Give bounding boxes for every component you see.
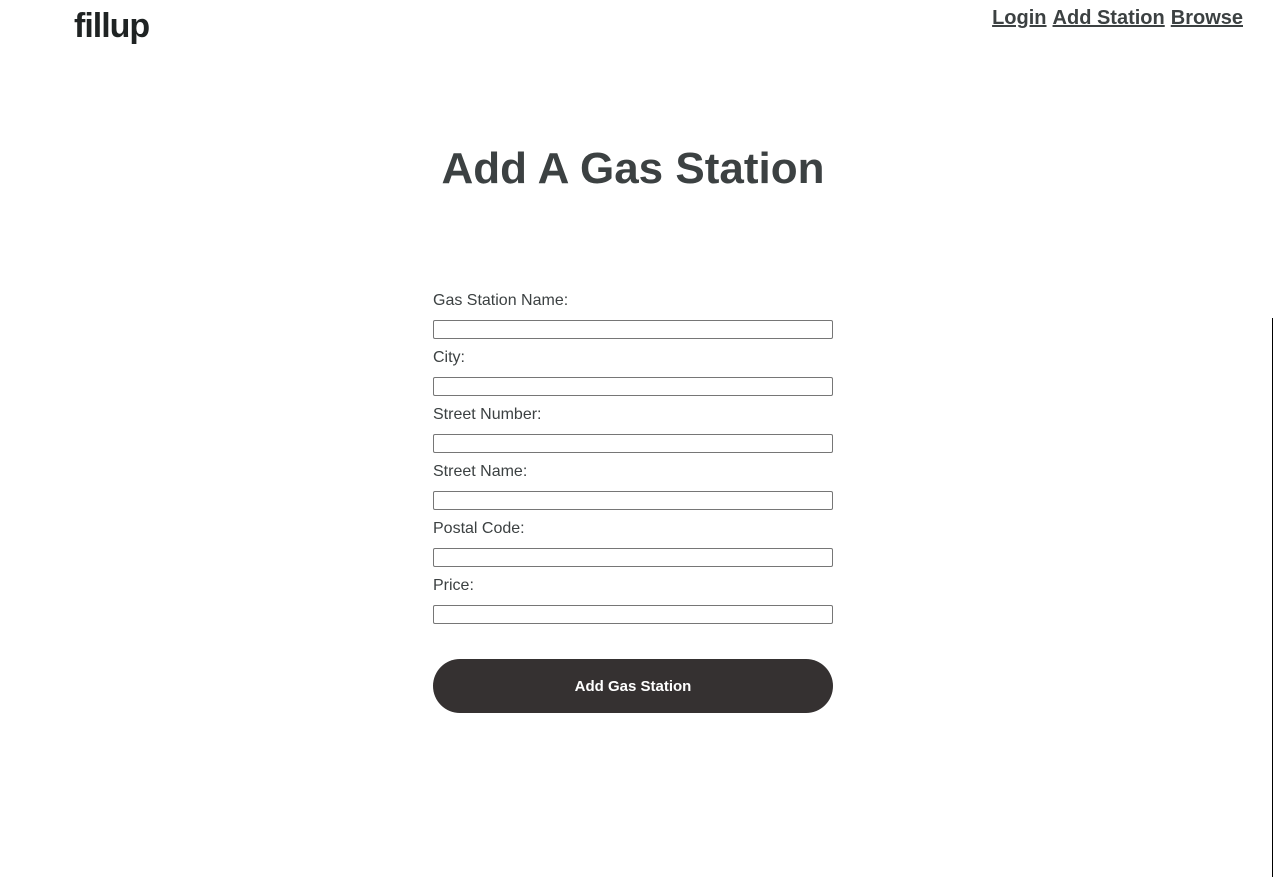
price-field: Price: [433, 575, 833, 632]
gas-station-name-field: Gas Station Name: [433, 290, 833, 347]
street-name-label: Street Name: [433, 463, 528, 480]
window-edge-divider [1272, 318, 1273, 877]
postal-code-field: Postal Code: [433, 518, 833, 575]
page: fillup Login Add Station Browse Add A Ga… [0, 0, 1274, 877]
logo[interactable]: fillup [74, 6, 150, 46]
street-number-input[interactable] [433, 434, 833, 453]
add-station-form: Gas Station Name: City: Street Number: S… [433, 290, 833, 632]
postal-code-input[interactable] [433, 548, 833, 567]
street-number-field: Street Number: [433, 404, 833, 461]
nav-browse-link[interactable]: Browse [1171, 6, 1243, 30]
city-label: City: [433, 349, 465, 366]
price-label: Price: [433, 577, 474, 594]
price-input[interactable] [433, 605, 833, 624]
street-name-input[interactable] [433, 491, 833, 510]
city-input[interactable] [433, 377, 833, 396]
page-title: Add A Gas Station [441, 144, 825, 193]
gas-station-name-label: Gas Station Name: [433, 292, 569, 309]
nav-add-station-link[interactable]: Add Station [1053, 6, 1165, 30]
city-field: City: [433, 347, 833, 404]
postal-code-label: Postal Code: [433, 520, 525, 537]
nav-login-link[interactable]: Login [992, 6, 1046, 30]
street-name-field: Street Name: [433, 461, 833, 518]
gas-station-name-input[interactable] [433, 320, 833, 339]
street-number-label: Street Number: [433, 406, 542, 423]
top-nav: Login Add Station Browse [992, 6, 1243, 30]
add-gas-station-button[interactable]: Add Gas Station [433, 659, 833, 713]
